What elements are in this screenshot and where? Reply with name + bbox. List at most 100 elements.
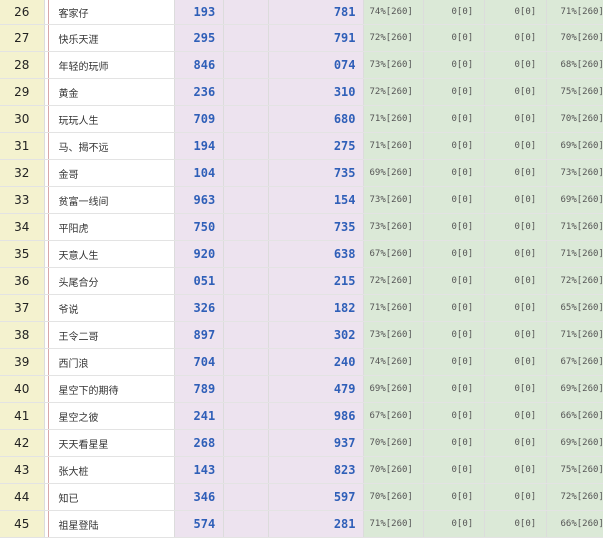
percent-1-cell: 72%[260]: [363, 267, 424, 295]
name-cell: 张大桩: [48, 456, 175, 484]
zero-2-cell: 0[0]: [484, 186, 547, 214]
rank-cell: 29: [0, 78, 45, 106]
name-cell: 头尾合分: [48, 267, 175, 295]
number-b-cell: 240: [268, 348, 364, 376]
zero-2-cell: 0[0]: [484, 267, 547, 295]
rank-cell: 26: [0, 0, 45, 25]
rank-cell: 33: [0, 186, 45, 214]
zero-2-cell: 0[0]: [484, 51, 547, 79]
percent-1-cell: 67%[260]: [363, 240, 424, 268]
empty-cell: [223, 240, 269, 268]
empty-cell: [223, 159, 269, 187]
percent-4-cell: 75%[260]: [546, 78, 603, 106]
percent-1-cell: 73%[260]: [363, 213, 424, 241]
empty-cell: [223, 294, 269, 322]
percent-4-cell: 71%[260]: [546, 240, 603, 268]
table-row: 26 客家仔 193 781 74%[260] 0[0] 0[0] 71%[260]: [0, 0, 603, 25]
number-a-cell: 920: [174, 240, 224, 268]
empty-cell: [223, 375, 269, 403]
number-a-cell: 236: [174, 78, 224, 106]
name-cell: 西门浪: [48, 348, 175, 376]
percent-1-cell: 71%[260]: [363, 105, 424, 133]
zero-1-cell: 0[0]: [423, 240, 485, 268]
name-cell: 马、揭不远: [48, 132, 175, 160]
zero-1-cell: 0[0]: [423, 510, 485, 538]
zero-2-cell: 0[0]: [484, 78, 547, 106]
number-a-cell: 846: [174, 51, 224, 79]
rank-cell: 31: [0, 132, 45, 160]
name-cell: 爷说: [48, 294, 175, 322]
name-cell: 年轻的玩师: [48, 51, 175, 79]
number-a-cell: 104: [174, 159, 224, 187]
number-b-cell: 154: [268, 186, 364, 214]
table-row: 33 贫富一线间 963 154 73%[260] 0[0] 0[0] 69%[260]: [0, 186, 603, 214]
zero-2-cell: 0[0]: [484, 24, 547, 52]
number-a-cell: 346: [174, 483, 224, 511]
rank-cell: 30: [0, 105, 45, 133]
empty-cell: [223, 402, 269, 430]
number-a-cell: 194: [174, 132, 224, 160]
name-cell: 祖星登陆: [48, 510, 175, 538]
percent-4-cell: 66%[260]: [546, 402, 603, 430]
zero-2-cell: 0[0]: [484, 0, 547, 25]
number-b-cell: 781: [268, 0, 364, 25]
percent-4-cell: 66%[260]: [546, 510, 603, 538]
table-row: 37 爷说 326 182 71%[260] 0[0] 0[0] 65%[260]: [0, 294, 603, 322]
table-row: 39 西门浪 704 240 74%[260] 0[0] 0[0] 67%[260]: [0, 348, 603, 376]
percent-1-cell: 74%[260]: [363, 348, 424, 376]
percent-4-cell: 70%[260]: [546, 105, 603, 133]
zero-1-cell: 0[0]: [423, 213, 485, 241]
name-cell: 星空下的期待: [48, 375, 175, 403]
rank-cell: 37: [0, 294, 45, 322]
table-row: 30 玩玩人生 709 680 71%[260] 0[0] 0[0] 70%[260]: [0, 105, 603, 133]
number-a-cell: 963: [174, 186, 224, 214]
zero-1-cell: 0[0]: [423, 294, 485, 322]
empty-cell: [223, 105, 269, 133]
name-cell: 客家仔: [48, 0, 175, 25]
number-a-cell: 193: [174, 0, 224, 25]
empty-cell: [223, 186, 269, 214]
percent-4-cell: 69%[260]: [546, 375, 603, 403]
number-b-cell: 986: [268, 402, 364, 430]
percent-1-cell: 69%[260]: [363, 159, 424, 187]
zero-1-cell: 0[0]: [423, 348, 485, 376]
percent-1-cell: 73%[260]: [363, 321, 424, 349]
percent-1-cell: 71%[260]: [363, 510, 424, 538]
percent-1-cell: 69%[260]: [363, 375, 424, 403]
number-a-cell: 295: [174, 24, 224, 52]
empty-cell: [223, 132, 269, 160]
rank-cell: 32: [0, 159, 45, 187]
zero-2-cell: 0[0]: [484, 348, 547, 376]
number-b-cell: 638: [268, 240, 364, 268]
rank-cell: 42: [0, 429, 45, 457]
rank-cell: 44: [0, 483, 45, 511]
name-cell: 金哥: [48, 159, 175, 187]
percent-1-cell: 73%[260]: [363, 51, 424, 79]
rank-cell: 28: [0, 51, 45, 79]
empty-cell: [223, 78, 269, 106]
empty-cell: [223, 0, 269, 25]
rank-cell: 43: [0, 456, 45, 484]
zero-1-cell: 0[0]: [423, 132, 485, 160]
rank-cell: 34: [0, 213, 45, 241]
table-row: 34 平阳虎 750 735 73%[260] 0[0] 0[0] 71%[260]: [0, 213, 603, 241]
zero-1-cell: 0[0]: [423, 456, 485, 484]
zero-2-cell: 0[0]: [484, 456, 547, 484]
zero-2-cell: 0[0]: [484, 321, 547, 349]
name-cell: 玩玩人生: [48, 105, 175, 133]
zero-1-cell: 0[0]: [423, 267, 485, 295]
table-row: 35 天意人生 920 638 67%[260] 0[0] 0[0] 71%[260]: [0, 240, 603, 268]
percent-4-cell: 65%[260]: [546, 294, 603, 322]
number-b-cell: 074: [268, 51, 364, 79]
percent-1-cell: 71%[260]: [363, 132, 424, 160]
table-row: 41 星空之彼 241 986 67%[260] 0[0] 0[0] 66%[260]: [0, 402, 603, 430]
number-b-cell: 275: [268, 132, 364, 160]
table-row: 29 黄金 236 310 72%[260] 0[0] 0[0] 75%[260]: [0, 78, 603, 106]
rank-cell: 35: [0, 240, 45, 268]
empty-cell: [223, 213, 269, 241]
ranking-table-body: 26 客家仔 193 781 74%[260] 0[0] 0[0] 71%[260] 27 快乐天…: [0, 0, 603, 538]
name-cell: 知已: [48, 483, 175, 511]
percent-1-cell: 71%[260]: [363, 294, 424, 322]
percent-4-cell: 72%[260]: [546, 267, 603, 295]
percent-1-cell: 72%[260]: [363, 24, 424, 52]
